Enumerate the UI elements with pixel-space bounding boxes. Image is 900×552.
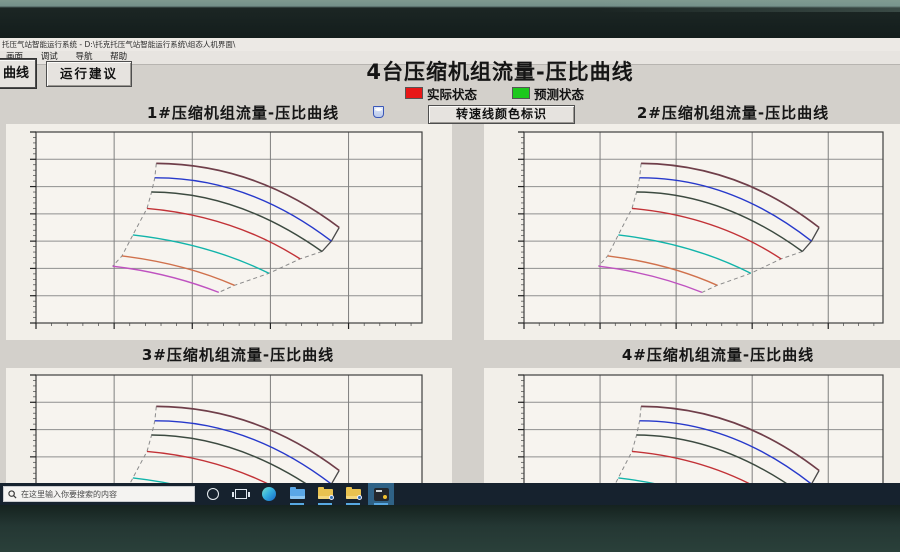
monitor-bezel-top	[0, 0, 900, 38]
app-folder-icon-2[interactable]	[340, 483, 366, 505]
cortana-icon[interactable]	[200, 483, 226, 505]
search-placeholder: 在这里输入你要搜索的内容	[21, 489, 117, 500]
search-icon	[8, 490, 17, 499]
chart-plot-2: 99999999999999.58.5	[492, 119, 900, 345]
run-advice-button[interactable]: 运行建议	[46, 61, 132, 87]
file-explorer-icon[interactable]	[284, 483, 310, 505]
window-title: 托压气站智能运行系统 - D:\托克托压气站智能运行系统\组态人机界面\	[2, 40, 235, 49]
active-app-icon[interactable]	[368, 483, 394, 505]
taskbar-search[interactable]: 在这里输入你要搜索的内容	[3, 486, 195, 502]
photo-of-monitor: 托压气站智能运行系统 - D:\托克托压气站智能运行系统\组态人机界面\ 画面 …	[0, 0, 900, 552]
monitor-bezel-bottom	[0, 505, 900, 552]
taskbar: 在这里输入你要搜索的内容	[0, 483, 900, 505]
app-folder-icon-1[interactable]	[312, 483, 338, 505]
chart-plot-1: 99999999999999.58.5	[4, 119, 494, 345]
monitor-screen: 托压气站智能运行系统 - D:\托克托压气站智能运行系统\组态人机界面\ 画面 …	[0, 38, 900, 505]
page-title: 4台压缩机组流量-压比曲线	[330, 56, 670, 86]
edge-icon[interactable]	[256, 483, 282, 505]
legend-predicted-swatch	[512, 87, 530, 99]
legend-actual-swatch	[405, 87, 423, 99]
task-view-icon[interactable]	[228, 483, 254, 505]
legend-predicted-label: 预测状态	[534, 84, 584, 103]
legend-actual-label: 实际状态	[427, 84, 477, 103]
window-titlebar: 托压气站智能运行系统 - D:\托克托压气站智能运行系统\组态人机界面\	[0, 38, 900, 51]
curve-button[interactable]: 曲线	[0, 59, 36, 88]
